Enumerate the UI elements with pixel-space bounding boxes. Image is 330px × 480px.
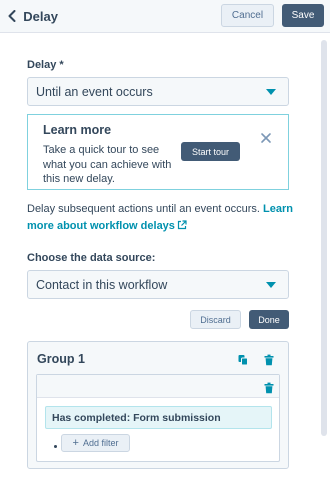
start-tour-button[interactable]: Start tour bbox=[181, 142, 240, 161]
plus-icon: + bbox=[72, 437, 79, 449]
data-source-select[interactable]: Contact in this workflow bbox=[27, 270, 289, 299]
trash-icon[interactable] bbox=[263, 353, 275, 366]
panel-header: Delay Cancel Save bbox=[0, 0, 330, 33]
cancel-button[interactable]: Cancel bbox=[221, 4, 274, 27]
panel-title: Delay bbox=[23, 8, 58, 24]
filter-container-header bbox=[37, 375, 279, 398]
scrollbar-thumb[interactable] bbox=[321, 40, 327, 436]
tour-title: Learn more bbox=[43, 123, 112, 137]
back-chevron-icon bbox=[6, 8, 17, 24]
close-icon[interactable] bbox=[260, 131, 272, 143]
caret-down-icon bbox=[266, 282, 276, 288]
delay-type-value: Until an event occurs bbox=[36, 84, 153, 99]
discard-button[interactable]: Discard bbox=[190, 310, 241, 329]
data-source-value: Contact in this workflow bbox=[36, 277, 168, 292]
back-button[interactable]: Delay bbox=[6, 8, 58, 24]
filter-chip[interactable]: Has completed: Form submission bbox=[45, 406, 272, 429]
caret-down-icon bbox=[266, 89, 276, 95]
bullet bbox=[54, 445, 57, 448]
tour-callout: Learn more Take a quick tour to see what… bbox=[27, 114, 289, 190]
done-button[interactable]: Done bbox=[249, 310, 289, 329]
filter-group-card: Group 1 Has completed: Form submission +… bbox=[27, 341, 289, 469]
delay-type-select[interactable]: Until an event occurs bbox=[27, 77, 289, 106]
add-filter-button[interactable]: + Add filter bbox=[61, 434, 130, 452]
add-filter-label: Add filter bbox=[82, 438, 119, 448]
external-link-icon[interactable] bbox=[177, 219, 187, 230]
description-text: Delay subsequent actions until an event … bbox=[27, 203, 264, 215]
tour-text: Take a quick tour to see what you can ac… bbox=[43, 144, 172, 185]
group-title: Group 1 bbox=[37, 352, 85, 366]
filter-container: Has completed: Form submission + Add fil… bbox=[36, 374, 280, 462]
save-button[interactable]: Save bbox=[282, 4, 324, 27]
delay-label: Delay * bbox=[27, 59, 64, 71]
data-source-label: Choose the data source: bbox=[27, 252, 156, 264]
clone-icon[interactable] bbox=[237, 353, 249, 366]
trash-icon[interactable] bbox=[263, 381, 275, 394]
delay-description: Delay subsequent actions until an event … bbox=[27, 201, 297, 235]
